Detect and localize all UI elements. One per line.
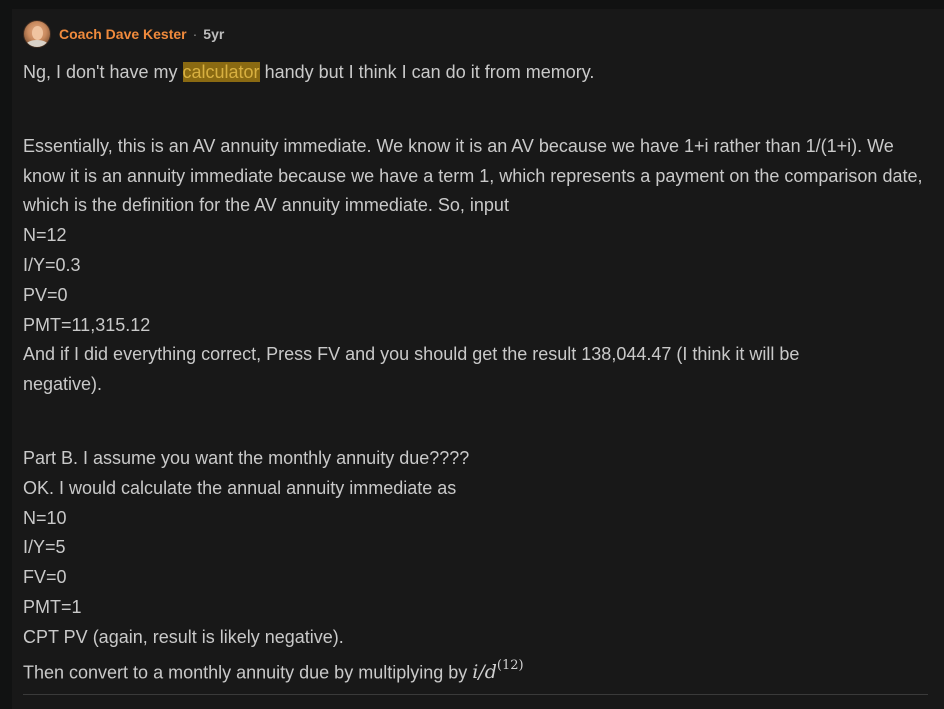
input-line: PV=0 [23,284,68,305]
comment: Coach Dave Kester · 5yr Ng, I don't have… [23,19,928,688]
part-b-line: PMT=1 [23,596,82,617]
intro-paragraph: Ng, I don't have my calculator handy but… [23,58,928,88]
part-b-line: FV=0 [23,567,67,588]
comment-meta: Coach Dave Kester · 5yr [23,19,928,49]
part-a-conclusion: And if I did everything correct, Press F… [23,344,800,395]
input-line: N=12 [23,225,67,246]
comment-divider [23,694,928,695]
avatar[interactable] [23,20,51,48]
avatar-shirt [26,40,48,47]
input-line: PMT=11,315.12 [23,314,151,335]
final-text: Then convert to a monthly annuity due by… [23,661,473,682]
author-name[interactable]: Coach Dave Kester [59,26,187,42]
intro-after: handy but I think I can do it from memor… [259,62,595,82]
input-line: I/Y=0.3 [23,254,81,275]
part-b-line: I/Y=5 [23,537,66,558]
intro-before: Ng, I don't have my [23,62,183,82]
part-a-explanation: Essentially, this is an AV annuity immed… [23,135,923,216]
meta-separator: · [192,26,198,42]
avatar-face [32,26,43,40]
part-b-line: Part B. I assume you want the monthly an… [23,447,470,468]
part-b-final-line: Then convert to a monthly annuity due by… [23,653,928,688]
part-b-line: N=10 [23,507,67,528]
search-highlight: calculator [182,62,260,82]
part-a-inputs: N=12 I/Y=0.3 PV=0 PMT=11,315.12 [23,221,928,340]
formula-base: i/d [472,660,497,683]
formula: i/d(12) [472,657,524,683]
formula-superscript: (12) [496,657,524,673]
part-b: Part B. I assume you want the monthly an… [23,444,928,688]
part-b-line: OK. I would calculate the annual annuity… [23,477,457,498]
part-b-line: CPT PV (again, result is likely negative… [23,626,344,647]
comment-body: Ng, I don't have my calculator handy but… [23,58,928,688]
comment-age[interactable]: 5yr [203,26,224,42]
